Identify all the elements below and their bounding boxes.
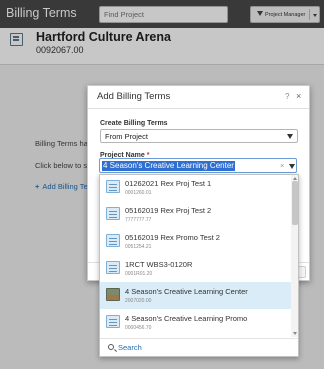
project-dropdown: 01262021 Rex Proj Test 1 0001260.01 051620… [99,174,299,357]
list-item[interactable]: 1RCT WBS3-0120R 0001R01.20 [100,255,291,282]
project-name: 05162019 Rex Promo Test 2 [125,233,220,242]
project-number: 0001260.01 [125,190,152,196]
close-icon[interactable]: × [296,91,301,101]
create-billing-terms-value: From Project [105,132,148,141]
project-options-list: 01262021 Rex Proj Test 1 0001260.01 051620… [100,175,291,337]
create-billing-terms-label: Create Billing Terms [100,120,168,127]
list-item[interactable]: 01262021 Rex Proj Test 1 0001260.01 [100,175,291,201]
project-name-combobox[interactable]: 4 Season's Creative Learning Center × [99,158,297,173]
create-billing-terms-select[interactable]: From Project [100,129,298,143]
dialog-divider [88,108,309,109]
project-name: 1RCT WBS3-0120R [125,260,193,269]
project-number: 2007020.00 [125,298,152,304]
project-icon [106,207,120,220]
project-number: 0001R01.20 [125,271,153,277]
scroll-down-icon[interactable] [293,332,297,335]
dropdown-scrollbar[interactable] [291,175,298,337]
project-number: 0000456.70 [125,325,152,331]
search-icon [108,344,114,350]
list-item[interactable]: 05162019 Rex Proj Test 2 7777777.77 [100,201,291,228]
project-name: 4 Season's Creative Learning Promo [125,314,248,323]
scroll-up-icon[interactable] [293,177,297,180]
list-item[interactable]: 4 Season's Creative Learning Center 20070… [100,282,291,309]
list-item[interactable]: 05162019 Rex Promo Test 2 0051254.21 [100,228,291,255]
project-name-selected-text[interactable]: 4 Season's Creative Learning Center [102,161,235,171]
project-number: 0051254.21 [125,244,152,250]
project-icon [106,261,120,274]
scrollbar-thumb[interactable] [292,181,298,225]
clear-icon[interactable]: × [280,161,284,170]
help-icon[interactable]: ? [285,92,289,101]
project-icon [106,234,120,247]
search-label: Search [118,343,142,352]
chevron-down-icon[interactable] [289,164,295,169]
project-name: 4 Season's Creative Learning Center [125,287,248,296]
project-name: 01262021 Rex Proj Test 1 [125,179,212,188]
chevron-down-icon [287,134,293,139]
dialog-title: Add Billing Terms [97,91,171,102]
project-number: 7777777.77 [125,217,152,223]
dropdown-search-button[interactable]: Search [100,338,298,356]
project-photo-icon [106,288,120,301]
project-icon [106,180,120,193]
project-name: 05162019 Rex Proj Test 2 [125,206,212,215]
list-item[interactable]: 4 Season's Creative Learning Promo 000045… [100,309,291,336]
project-icon [106,315,120,328]
